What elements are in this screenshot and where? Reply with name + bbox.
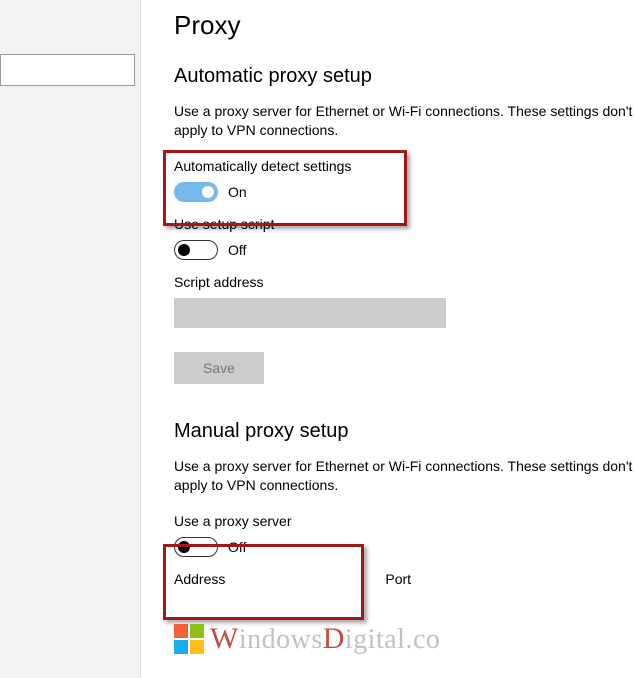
address-label: Address (174, 571, 225, 587)
watermark-text: WindowsDigital.co (210, 622, 440, 656)
manual-fields: Address Port (174, 571, 634, 591)
search-input[interactable] (1, 62, 188, 78)
section-auto-heading: Automatic proxy setup (174, 65, 634, 88)
sidebar (0, 0, 141, 678)
setup-script-state: Off (228, 242, 246, 258)
section-manual-heading: Manual proxy setup (174, 420, 634, 443)
use-proxy-state: Off (228, 539, 246, 555)
watermark: WindowsDigital.co (174, 622, 440, 656)
page-title: Proxy (174, 10, 634, 41)
use-proxy-label: Use a proxy server (174, 513, 634, 529)
setup-script-block: Use setup script Off (174, 216, 634, 260)
port-label: Port (385, 571, 411, 587)
search-box[interactable] (0, 54, 135, 86)
script-address-label: Script address (174, 274, 634, 290)
section-manual-desc: Use a proxy server for Ethernet or Wi-Fi… (174, 457, 634, 495)
use-proxy-toggle[interactable] (174, 537, 218, 557)
use-proxy-block: Use a proxy server Off (174, 513, 634, 557)
save-button[interactable]: Save (174, 352, 264, 384)
content: Proxy Automatic proxy setup Use a proxy … (174, 10, 634, 591)
auto-detect-block: Automatically detect settings On (174, 158, 634, 202)
auto-detect-state: On (228, 184, 247, 200)
auto-detect-toggle[interactable] (174, 182, 218, 202)
setup-script-label: Use setup script (174, 216, 634, 232)
windows-logo-icon (174, 624, 204, 654)
auto-detect-label: Automatically detect settings (174, 158, 634, 174)
script-address-input[interactable] (174, 298, 446, 328)
section-auto-desc: Use a proxy server for Ethernet or Wi-Fi… (174, 102, 634, 140)
setup-script-toggle[interactable] (174, 240, 218, 260)
